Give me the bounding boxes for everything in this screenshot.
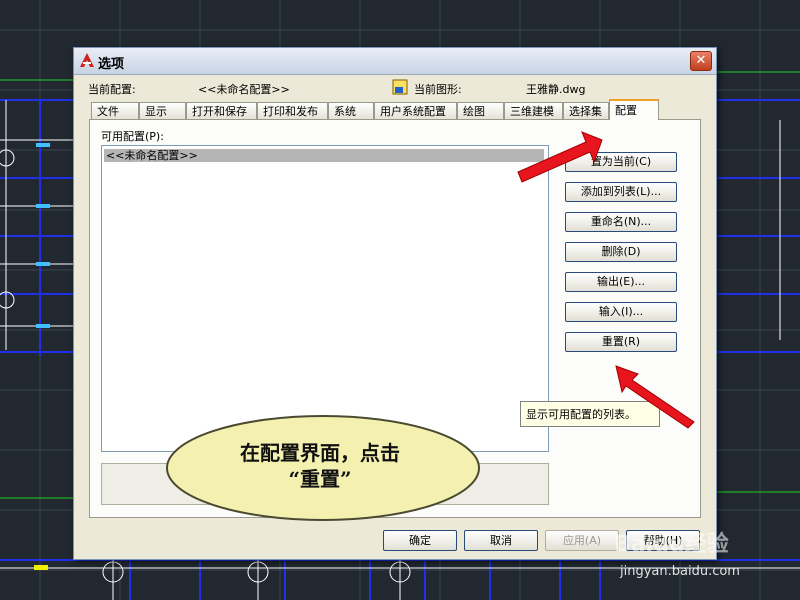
- annotation-line-2: “重置”: [288, 467, 352, 491]
- import-button[interactable]: 输入(I)...: [565, 302, 677, 322]
- rename-button[interactable]: 重命名(N)...: [565, 212, 677, 232]
- tab-label: 三维建模: [510, 105, 554, 118]
- current-drawing-label: 当前图形:: [414, 83, 462, 96]
- delete-button[interactable]: 删除(D): [565, 242, 677, 262]
- tab-label: 用户系统配置: [380, 105, 446, 118]
- drawing-file-icon: [392, 79, 408, 95]
- annotation-line-1: 在配置界面，点击: [240, 441, 400, 465]
- autocad-logo-icon: [80, 53, 94, 67]
- tab-profiles[interactable]: 配置: [609, 99, 659, 120]
- baidu-watermark-logo: Baidu经验: [614, 532, 729, 557]
- tab-3d-modeling[interactable]: 三维建模: [504, 102, 563, 119]
- tab-files[interactable]: 文件: [91, 102, 139, 119]
- tab-label: 系统: [334, 105, 356, 118]
- available-profiles-label: 可用配置(P):: [101, 130, 164, 143]
- tab-label: 打印和发布: [263, 105, 318, 118]
- apply-button[interactable]: 应用(A): [545, 530, 619, 551]
- red-arrow-icon: [517, 131, 603, 183]
- current-drawing-value: 王雅静.dwg: [526, 83, 586, 96]
- tab-label: 配置: [615, 104, 637, 117]
- tab-label: 选择集: [569, 105, 602, 118]
- annotation-text: 在配置界面，点击 “重置”: [190, 440, 450, 492]
- current-profile-label: 当前配置:: [88, 83, 136, 96]
- close-icon: ✕: [695, 53, 707, 68]
- tab-plot-publish[interactable]: 打印和发布: [257, 102, 328, 119]
- cancel-button[interactable]: 取消: [464, 530, 538, 551]
- tab-label: 文件: [97, 105, 119, 118]
- tab-selection[interactable]: 选择集: [563, 102, 609, 119]
- profiles-listbox[interactable]: <<未命名配置>>: [101, 145, 549, 452]
- red-arrow-icon: [615, 365, 695, 429]
- tab-label: 显示: [145, 105, 167, 118]
- close-button[interactable]: ✕: [690, 51, 712, 71]
- export-button[interactable]: 输出(E)...: [565, 272, 677, 292]
- current-profile-value: <<未命名配置>>: [198, 83, 290, 96]
- tab-system[interactable]: 系统: [328, 102, 374, 119]
- tab-user-preferences[interactable]: 用户系统配置: [374, 102, 457, 119]
- tab-display[interactable]: 显示: [139, 102, 186, 119]
- tab-label: 打开和保存: [192, 105, 247, 118]
- dialog-title: 选项: [98, 57, 125, 72]
- baidu-watermark-url: jingyan.baidu.com: [620, 564, 740, 579]
- tab-drafting[interactable]: 绘图: [457, 102, 504, 119]
- dialog-titlebar[interactable]: 选项 ✕: [74, 48, 716, 75]
- ok-button[interactable]: 确定: [383, 530, 457, 551]
- tab-open-save[interactable]: 打开和保存: [186, 102, 257, 119]
- list-item[interactable]: <<未命名配置>>: [104, 149, 544, 162]
- reset-button[interactable]: 重置(R): [565, 332, 677, 352]
- tab-label: 绘图: [463, 105, 485, 118]
